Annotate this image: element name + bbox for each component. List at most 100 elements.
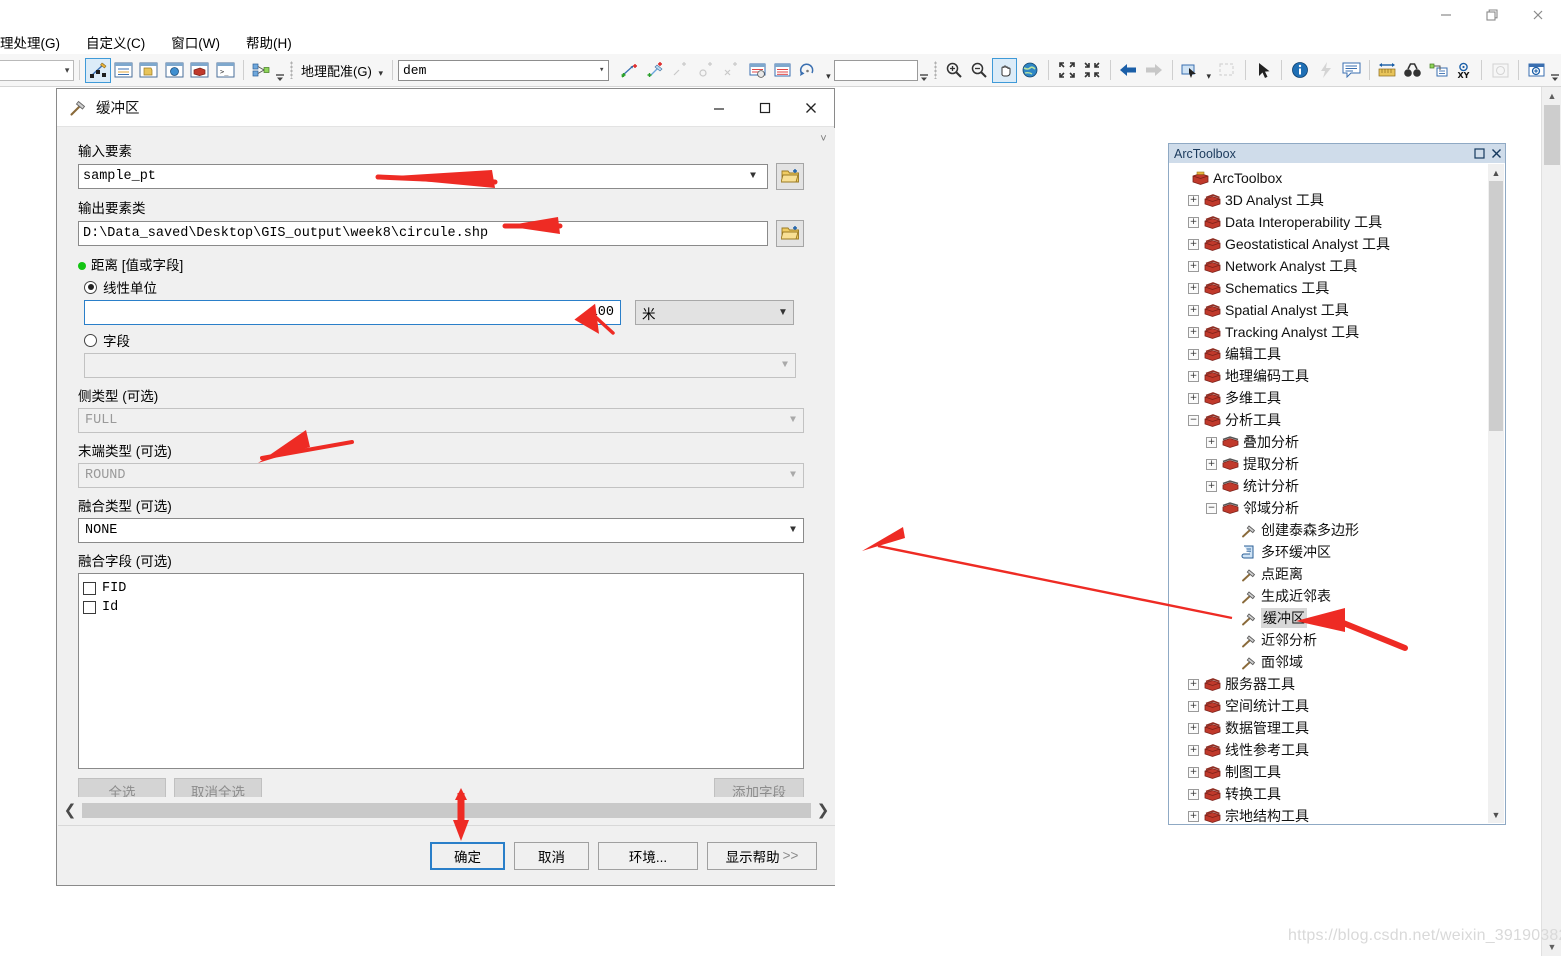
map-vertical-scrollbar[interactable]: ▲ ▼ <box>1541 87 1561 956</box>
fixed-zoom-in-button[interactable] <box>1054 58 1079 83</box>
tree-item[interactable]: + 线性参考工具 <box>1176 739 1490 761</box>
tree-item[interactable]: + Spatial Analyst 工具 <box>1176 299 1490 321</box>
tree-item[interactable]: 创建泰森多边形 <box>1176 519 1490 541</box>
create-viewer-window-button[interactable] <box>1524 58 1549 83</box>
linear-unit-radio-row[interactable]: 线性单位 <box>84 277 804 297</box>
scroll-up-icon[interactable]: ˅ <box>814 128 833 150</box>
window-close-button[interactable] <box>1515 0 1561 30</box>
pan-tool-button[interactable] <box>991 57 1018 83</box>
georeferencing-layer-combo[interactable]: dem ▾ <box>397 59 610 81</box>
select-features-button[interactable] <box>1178 58 1203 83</box>
output-feature-class-input[interactable]: D:\Data_saved\Desktop\GIS_output\week8\c… <box>78 221 768 246</box>
cancel-button[interactable]: 取消 <box>514 841 589 870</box>
go-to-xy-button[interactable]: XY <box>1451 58 1476 83</box>
window-restore-button[interactable] <box>1469 0 1515 30</box>
expand-icon[interactable]: + <box>1188 326 1199 338</box>
rotation-angle-input[interactable] <box>834 59 919 81</box>
tree-item[interactable]: + 多维工具 <box>1176 387 1490 409</box>
tree-item[interactable]: + Geostatistical Analyst 工具 <box>1176 233 1490 255</box>
find-route-button[interactable] <box>1426 58 1451 83</box>
tree-item[interactable]: + 提取分析 <box>1176 453 1490 475</box>
collapse-icon[interactable]: − <box>1188 414 1199 426</box>
toolbar-overflow-button[interactable] <box>274 58 286 82</box>
expand-icon[interactable]: + <box>1188 766 1199 778</box>
output-feature-class-browse-button[interactable] <box>776 220 804 247</box>
scroll-right-icon[interactable]: ❯ <box>811 797 835 823</box>
scroll-down-icon[interactable]: ▼ <box>1488 806 1504 823</box>
end-type-combo[interactable]: ROUND ▼ <box>78 463 804 488</box>
find-button[interactable] <box>1400 58 1425 83</box>
expand-icon[interactable]: + <box>1188 348 1199 360</box>
expand-icon[interactable]: + <box>1188 216 1199 228</box>
rotate-button[interactable] <box>795 58 820 83</box>
scroll-up-icon[interactable]: ▲ <box>1542 87 1561 105</box>
environments-button[interactable]: 环境... <box>598 841 698 870</box>
tree-item[interactable]: 点距离 <box>1176 563 1490 585</box>
expand-icon[interactable]: + <box>1188 810 1199 822</box>
tree-item[interactable]: + 制图工具 <box>1176 761 1490 783</box>
expand-icon[interactable]: + <box>1188 304 1199 316</box>
toolbar-grip[interactable] <box>934 61 938 79</box>
expand-icon[interactable]: + <box>1188 260 1199 272</box>
tree-item[interactable]: 多环缓冲区 <box>1176 541 1490 563</box>
checkbox-id[interactable] <box>83 601 96 614</box>
georeferencing-overflow-button[interactable] <box>918 58 930 82</box>
table-of-contents-button[interactable] <box>111 58 136 83</box>
distance-unit-combo[interactable]: 米 ▼ <box>635 300 794 325</box>
tree-item[interactable]: − 邻域分析 <box>1176 497 1490 519</box>
expand-icon[interactable]: + <box>1188 194 1199 206</box>
scrollbar-thumb[interactable] <box>1489 181 1503 431</box>
linear-unit-radio[interactable] <box>84 280 97 294</box>
scroll-left-icon[interactable]: ❮ <box>58 797 82 823</box>
tree-item[interactable]: + 服务器工具 <box>1176 673 1490 695</box>
tools-overflow-button[interactable] <box>1549 58 1561 82</box>
show-help-button[interactable]: 显示帮助 >> <box>707 841 817 870</box>
layer-select-combo[interactable]: ▾ <box>0 59 75 81</box>
distance-field-combo[interactable]: ▼ <box>84 353 796 378</box>
expand-icon[interactable]: + <box>1188 788 1199 800</box>
expand-icon[interactable]: + <box>1188 282 1199 294</box>
html-popup-button[interactable] <box>1338 58 1363 83</box>
tree-item[interactable]: +3D Analyst 工具 <box>1176 189 1490 211</box>
input-features-combo[interactable]: sample_pt ▼ <box>78 164 768 189</box>
list-item[interactable]: FID <box>83 579 799 598</box>
tree-item[interactable]: + Network Analyst 工具 <box>1176 255 1490 277</box>
tree-item[interactable]: + 空间统计工具 <box>1176 695 1490 717</box>
toolbar-grip[interactable] <box>290 61 294 79</box>
dialog-close-button[interactable] <box>788 89 834 126</box>
distance-value-input[interactable]: 100 <box>84 300 621 325</box>
expand-icon[interactable]: + <box>1188 722 1199 734</box>
editor-tool-button[interactable] <box>85 57 111 83</box>
scrollbar-thumb[interactable] <box>82 802 811 818</box>
collapse-icon[interactable]: − <box>1206 502 1217 514</box>
field-radio[interactable] <box>84 333 97 347</box>
panel-restore-button[interactable] <box>1471 148 1488 159</box>
expand-icon[interactable]: + <box>1188 744 1199 756</box>
tree-item[interactable]: + 转换工具 <box>1176 783 1490 805</box>
tree-item[interactable]: + 统计分析 <box>1176 475 1490 497</box>
dissolve-type-combo[interactable]: NONE ▼ <box>78 518 804 543</box>
view-link-table-button[interactable] <box>744 58 769 83</box>
tree-item[interactable]: + 地理编码工具 <box>1176 365 1490 387</box>
expand-icon[interactable]: + <box>1188 678 1199 690</box>
tree-item[interactable]: + 数据管理工具 <box>1176 717 1490 739</box>
window-minimize-button[interactable] <box>1423 0 1469 30</box>
zoom-out-button[interactable] <box>967 58 992 83</box>
go-back-extent-button[interactable] <box>1116 58 1141 83</box>
add-control-points-button[interactable] <box>617 58 642 83</box>
tree-item[interactable]: 生成近邻表 <box>1176 585 1490 607</box>
tree-item[interactable]: ArcToolbox <box>1176 167 1490 189</box>
list-item[interactable]: Id <box>83 598 799 617</box>
tree-item[interactable]: + 宗地结构工具 <box>1176 805 1490 823</box>
auto-register-button[interactable] <box>643 58 668 83</box>
expand-icon[interactable]: + <box>1188 370 1199 382</box>
menu-item-help[interactable]: 帮助(H) <box>233 32 305 52</box>
tree-item[interactable]: + Tracking Analyst 工具 <box>1176 321 1490 343</box>
search-window-button[interactable] <box>162 58 187 83</box>
side-type-combo[interactable]: FULL ▼ <box>78 408 804 433</box>
panel-close-button[interactable] <box>1488 148 1505 159</box>
select-dropdown-button[interactable]: ▾ <box>1203 58 1215 82</box>
dialog-vertical-scrollbar[interactable]: ˅ ˅ <box>814 128 833 848</box>
fixed-zoom-out-button[interactable] <box>1079 58 1104 83</box>
arctoolbox-window-button[interactable] <box>187 58 212 83</box>
